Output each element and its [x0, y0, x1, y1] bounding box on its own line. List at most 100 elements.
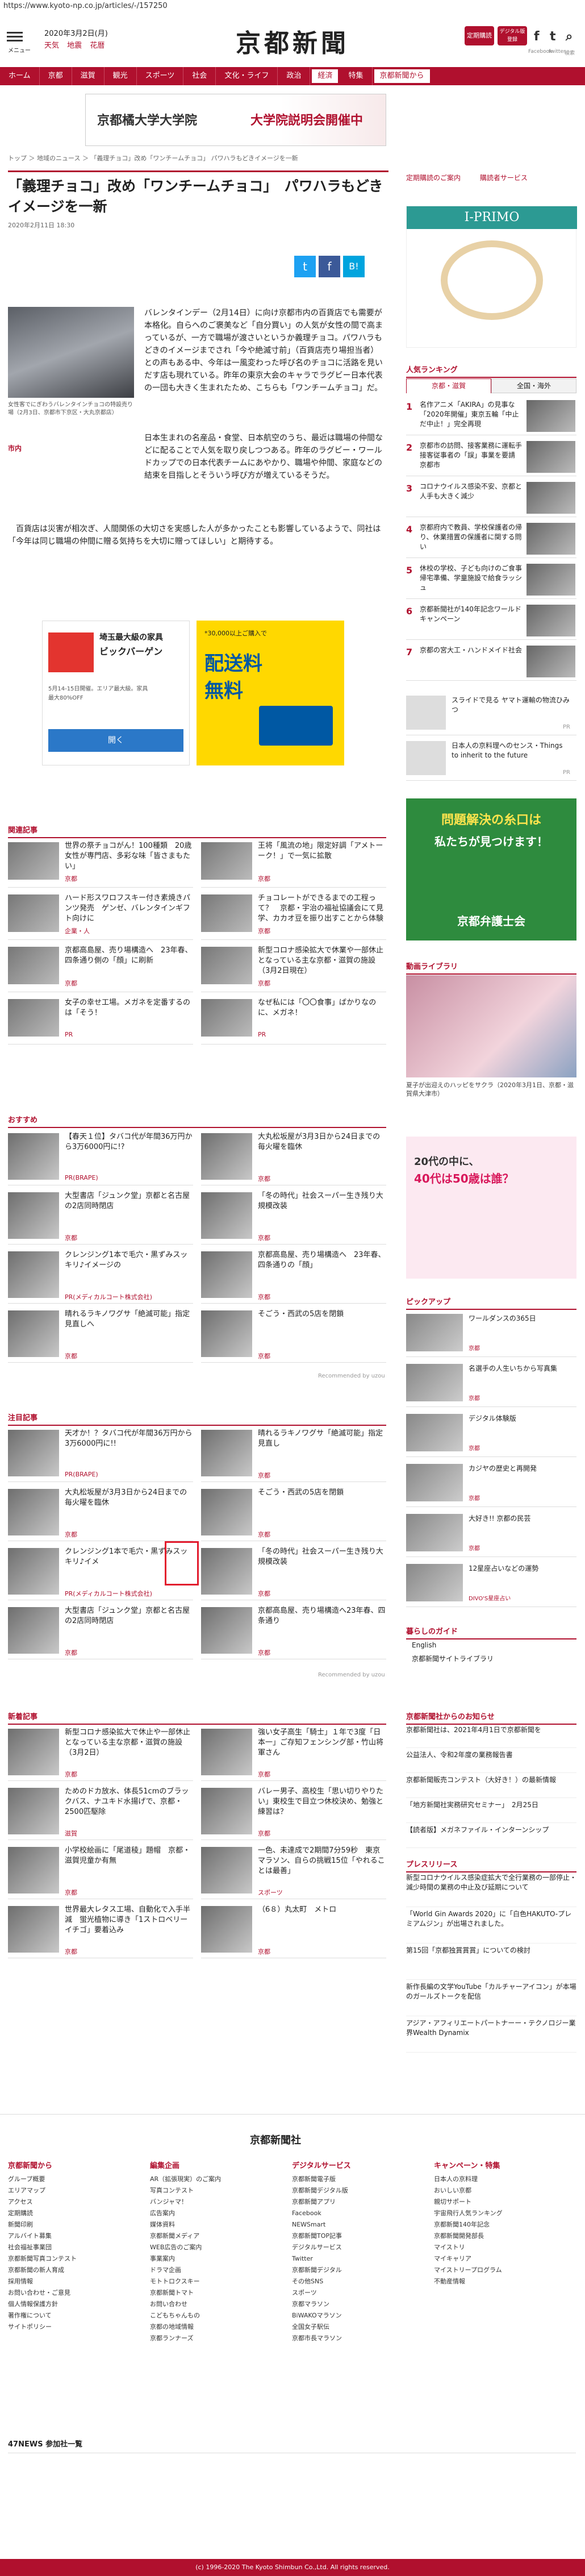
- footer-link[interactable]: 全国女子駅伝: [292, 2321, 428, 2333]
- footer-link[interactable]: 京都新聞写真コンテスト: [8, 2253, 144, 2265]
- pickup-item[interactable]: 12星座占いなどの運勢 DIVO'S星座占い: [406, 1560, 576, 1607]
- footer-link[interactable]: お問い合わせ・ご意見: [8, 2287, 144, 2299]
- attention-thumb[interactable]: [201, 1607, 252, 1654]
- news-item[interactable]: ためのドカ放水、体長51cmのブラックバス、ナユキド水揚げで、京都・2500匹駆…: [8, 1786, 193, 1840]
- related-thumb[interactable]: [8, 842, 59, 880]
- pickup-title[interactable]: ワールダンスの365日: [469, 1314, 576, 1324]
- attention-thumb[interactable]: [201, 1430, 252, 1476]
- osusume-thumb[interactable]: [8, 1310, 59, 1357]
- ranking-pr-title[interactable]: 日本人の京料理へのセンス・Things to inherit to the fu…: [452, 741, 571, 760]
- nav-from-kyoto[interactable]: 京都新聞から: [373, 69, 431, 84]
- footer-link[interactable]: AR（拡張現実）のご案内: [150, 2174, 286, 2185]
- footer-link[interactable]: アルバイト募集: [8, 2230, 144, 2242]
- nav-home[interactable]: ホーム: [0, 67, 40, 85]
- ranking-thumb[interactable]: [526, 564, 575, 596]
- footer-link[interactable]: バンジャマ！: [150, 2196, 286, 2208]
- attention-thumb[interactable]: [8, 1548, 59, 1595]
- news-item[interactable]: バレー男子、高校生「思い切りやりたい」東校生で目立つ休校決め、勉強と練習は？ 京都: [201, 1786, 386, 1840]
- pickup-title[interactable]: カジヤの歴史と再開発: [469, 1464, 576, 1474]
- related-item[interactable]: ハード形スワロフスキー付き素焼きパンツ発売 ゲンゼ、バレンタインギフト向けに 企業…: [8, 892, 193, 940]
- footer-link[interactable]: 京都新聞開発部長: [434, 2230, 570, 2242]
- osusume-title[interactable]: 「冬の時代」社会スーパー生き残り大規模改装: [258, 1191, 386, 1212]
- ranking-pr-thumb[interactable]: [406, 741, 446, 775]
- reader-service-link[interactable]: 購読者サービス: [480, 174, 528, 182]
- footer-link[interactable]: 京都新聞トマト: [150, 2287, 286, 2299]
- pickup-item[interactable]: ワールダンスの365日 京都: [406, 1310, 576, 1357]
- ranking-pr-title[interactable]: スライドで見る ヤマト運輸の物流ひみつ: [452, 696, 571, 715]
- press-item[interactable]: 新型コロナウイルス感染症拡大で全行業務の一部停止・減少時間の業務の中止及び延期に…: [406, 1873, 576, 1907]
- footer-link[interactable]: サイトポリシー: [8, 2321, 144, 2333]
- footer-link[interactable]: 京都新聞メディア: [150, 2230, 286, 2242]
- attention-title[interactable]: 晴れるラキノワグサ「絶滅可能」指定見直し: [258, 1429, 386, 1449]
- earthquake-link[interactable]: 地震: [67, 41, 82, 50]
- footer-link[interactable]: マイストリ: [434, 2242, 570, 2253]
- related-title[interactable]: 女子の幸せ工場。メガネを定番するのは「そう！: [65, 998, 193, 1018]
- attention-item[interactable]: 天才か！？タバコ代が年間36万円から3万6000円に!! PR(BRAPE): [8, 1428, 193, 1482]
- press-item[interactable]: アジア・アフィリエートパートナーー・テクノロジー業界Wealth Dynamix: [406, 2019, 576, 2053]
- related-thumb[interactable]: [8, 999, 59, 1037]
- footer-link[interactable]: 事業案内: [150, 2253, 286, 2265]
- ranking-item[interactable]: 5 休校の学校、子ども向けのご食事帰宅準備、学童施設で給食ラッシュ: [406, 561, 576, 599]
- pickup-thumb[interactable]: [406, 1514, 463, 1551]
- attention-title[interactable]: 大型書店「ジュンク堂」京都と名古屋の2店同時閉店: [65, 1606, 193, 1626]
- osusume-item[interactable]: クレンジング1本で毛穴・黒ずみスッキリ♪イメージの PR(メディカルコート株式会社…: [8, 1249, 193, 1304]
- url-bar[interactable]: https://www.kyoto-np.co.jp/articles/-/15…: [0, 0, 585, 13]
- footer-link[interactable]: 京都マラソン: [292, 2299, 428, 2310]
- site-logo[interactable]: 京都新聞: [216, 23, 369, 59]
- attention-thumb[interactable]: [201, 1548, 252, 1595]
- attention-title[interactable]: 天才か！？タバコ代が年間36万円から3万6000円に!!: [65, 1429, 193, 1449]
- top-banner-ad[interactable]: 京都橘大学大学院 大学院説明会開催中: [85, 94, 386, 146]
- news-thumb[interactable]: [201, 1788, 252, 1834]
- ranking-item[interactable]: 1 名作アニメ「AKIRA」の見事な「2020年開催」東京五輪「中止だ中止！」完全…: [406, 398, 576, 435]
- news-title[interactable]: 小学校絵画に「尾道稜」題帽 京都・滋賀児童か有無: [65, 1846, 193, 1866]
- attention-item[interactable]: 大丸松坂屋が3月3日から24日までの毎火曜を臨休 京都: [8, 1487, 193, 1541]
- footer-link[interactable]: スポーツ: [292, 2287, 428, 2299]
- pickup-thumb[interactable]: [406, 1464, 463, 1501]
- ranking-thumb[interactable]: [526, 523, 575, 555]
- footer-link[interactable]: Facebook: [292, 2208, 428, 2219]
- nav-feature[interactable]: 特集: [340, 67, 373, 85]
- ranking-item[interactable]: 4 京都府内で教員、学校保護者の帰り、休業措置の保護者に関する問い: [406, 521, 576, 558]
- nav-culture[interactable]: 文化・ライフ: [216, 67, 278, 85]
- weather-link[interactable]: 天気: [44, 41, 59, 50]
- attention-thumb[interactable]: [8, 1607, 59, 1654]
- osusume-title[interactable]: 京都高島屋、売り場構造へ 23年春、四条通りの「顔」: [258, 1250, 386, 1271]
- flower-link[interactable]: 花暦: [90, 41, 105, 50]
- footer-link[interactable]: 定期購読: [8, 2208, 144, 2219]
- related-thumb[interactable]: [201, 999, 252, 1037]
- ranking-pr-item[interactable]: 日本人の京料理へのセンス・Things to inherit to the fu…: [406, 739, 576, 781]
- osusume-thumb[interactable]: [201, 1192, 252, 1239]
- jewelry-ad[interactable]: I-PRIMO: [406, 206, 577, 348]
- related-title[interactable]: チョコレートができるまでの工程って？ 京都・宇治の福祉協議会にて見学、カカオ豆を…: [258, 893, 386, 924]
- related-item[interactable]: 京都高島屋、売り場構造へ 23年春、四条通り側の「顔」に刷新 京都: [8, 944, 193, 992]
- pickup-item[interactable]: デジタル体験版 京都: [406, 1410, 576, 1457]
- company-item[interactable]: 「地方新聞社実務研究セミナー」 2月25日: [406, 1800, 576, 1823]
- related-title[interactable]: なぜ私には「〇〇食事」ばかりなのに、メガネ！: [258, 998, 386, 1018]
- attention-title[interactable]: 京都高島屋、売り場構造へ23年春、四条通り: [258, 1606, 386, 1626]
- search-icon[interactable]: ⌕: [566, 30, 573, 44]
- footer-link[interactable]: 日本人の京料理: [434, 2174, 570, 2185]
- footer-link[interactable]: 宇宙飛行人気ランキング: [434, 2208, 570, 2219]
- lawyer-ad[interactable]: 問題解決の糸口は 私たちが見つけます！ 京都弁護士会: [406, 798, 576, 940]
- attention-item[interactable]: そごう・西武の5店を閉鎖 京都: [201, 1487, 386, 1541]
- footer-link[interactable]: 個人情報保護方針: [8, 2299, 144, 2310]
- ranking-thumb[interactable]: [526, 441, 575, 473]
- attention-item[interactable]: 京都高島屋、売り場構造へ23年春、四条通り 京都: [201, 1605, 386, 1659]
- news-item[interactable]: 新型コロナ感染拡大で休止や一部休止となっている主な京都・滋賀の施設（3月2日） 京…: [8, 1726, 193, 1781]
- video-player[interactable]: [406, 975, 576, 1077]
- footer-link[interactable]: 写真コンテスト: [150, 2185, 286, 2196]
- nav-tourism[interactable]: 観光: [105, 67, 137, 85]
- ranking-title[interactable]: 名作アニメ「AKIRA」の見事な「2020年開催」東京五輪「中止だ中止！」完全再…: [420, 400, 522, 429]
- pickup-thumb[interactable]: [406, 1364, 463, 1401]
- osusume-item[interactable]: 晴れるラキノワグサ「絶滅可能」指定見直しへ 京都: [8, 1308, 193, 1363]
- news-item[interactable]: 小学校絵画に「尾道稜」題帽 京都・滋賀児童か有無 京都: [8, 1845, 193, 1899]
- company-item[interactable]: 京都新聞社は、2021年4月1日で京都新聞を: [406, 1725, 576, 1748]
- attention-thumb[interactable]: [201, 1489, 252, 1535]
- footer-link[interactable]: その他SNS: [292, 2276, 428, 2287]
- footer-link[interactable]: 採用情報: [8, 2276, 144, 2287]
- ranking-item[interactable]: 3 コロナウイルス感染不安、京都と人手も大きく減少: [406, 480, 576, 517]
- footer-link[interactable]: マイキャリア: [434, 2253, 570, 2265]
- breadcrumb[interactable]: トップ ＞ 地域のニュース ＞ 「義理チョコ」改め「ワンチームチョコ」 パワハラ…: [8, 153, 298, 163]
- attention-title[interactable]: 大丸松坂屋が3月3日から24日までの毎火曜を臨休: [65, 1488, 193, 1508]
- ranking-item[interactable]: 7 京都の宮大工・ハンドメイド社会: [406, 643, 576, 681]
